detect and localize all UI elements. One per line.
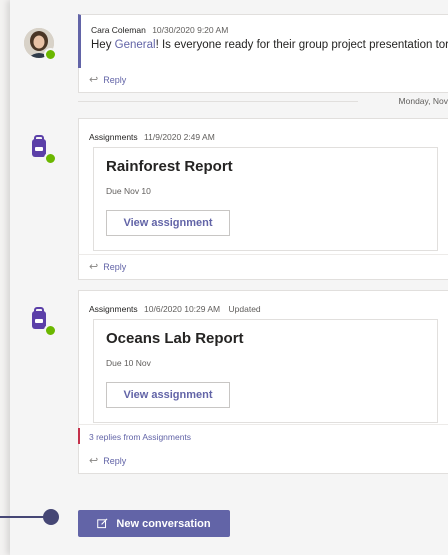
assignment-status: Updated xyxy=(228,304,261,314)
presence-indicator xyxy=(44,152,57,165)
assignment-reply-area: ↩ Reply xyxy=(78,254,448,280)
reply-link[interactable]: ↩ Reply xyxy=(89,73,126,86)
assignment-author: Assignments xyxy=(89,132,138,142)
assignment-due: Due Nov 10 xyxy=(106,186,151,196)
reply-link[interactable]: ↩ Reply xyxy=(89,260,126,273)
reply-label: Reply xyxy=(103,261,127,272)
assignment-card: Assignments 10/6/2020 10:29 AM Updated O… xyxy=(78,290,448,426)
compose-icon xyxy=(97,518,108,529)
date-separator-line xyxy=(78,101,358,102)
assignment-card: Assignments 11/9/2020 2:49 AM Rainforest… xyxy=(78,118,448,256)
new-conversation-label: New conversation xyxy=(116,517,211,530)
message-text-start: Hey xyxy=(91,39,115,51)
new-conversation-button[interactable]: New conversation xyxy=(78,510,230,537)
assignment-thread-area: 3 replies from Assignments ↩ Reply xyxy=(78,424,448,474)
assignment-title: Rainforest Report xyxy=(106,158,233,175)
assignment-author: Assignments xyxy=(89,304,138,314)
assignment-timestamp: 10/6/2020 10:29 AM xyxy=(144,304,221,314)
message-card: Cara Coleman 10/30/2020 9:20 AM Hey Gene… xyxy=(78,14,448,70)
assignment-title: Oceans Lab Report xyxy=(106,330,244,347)
message-reply-area: ↩ Reply xyxy=(78,68,448,93)
reply-link[interactable]: ↩ Reply xyxy=(89,454,126,467)
callout-line xyxy=(0,516,49,518)
assignment-inner-card: Rainforest Report Due Nov 10 View assign… xyxy=(93,147,438,251)
reply-label: Reply xyxy=(103,455,127,466)
channel-mention[interactable]: General xyxy=(115,39,156,51)
view-assignment-button[interactable]: View assignment xyxy=(106,210,230,236)
presence-indicator xyxy=(44,48,57,61)
assignment-meta: Assignments 10/6/2020 10:29 AM Updated xyxy=(89,304,261,314)
assignment-due: Due 10 Nov xyxy=(106,358,151,368)
presence-indicator xyxy=(44,324,57,337)
reply-icon: ↩ xyxy=(89,74,99,86)
message-timestamp: 10/30/2020 9:20 AM xyxy=(152,25,229,35)
date-separator: Monday, Nov xyxy=(398,96,448,106)
message-meta: Cara Coleman 10/30/2020 9:20 AM xyxy=(91,25,228,35)
reply-label: Reply xyxy=(103,74,127,85)
teams-channel-panel: Cara Coleman 10/30/2020 9:20 AM Hey Gene… xyxy=(10,0,448,555)
reply-icon: ↩ xyxy=(89,455,99,467)
assignment-inner-card: Oceans Lab Report Due 10 Nov View assign… xyxy=(93,319,438,423)
replies-marker xyxy=(78,428,80,444)
message-body: Hey General! Is everyone ready for their… xyxy=(91,39,448,51)
message-author: Cara Coleman xyxy=(91,25,146,35)
message-text-end: ! Is everyone ready for their group proj… xyxy=(155,39,448,51)
callout-dot xyxy=(43,509,59,525)
reply-icon: ↩ xyxy=(89,261,99,273)
view-assignment-button[interactable]: View assignment xyxy=(106,382,230,408)
assignment-meta: Assignments 11/9/2020 2:49 AM xyxy=(89,132,215,142)
assignment-timestamp: 11/9/2020 2:49 AM xyxy=(144,132,215,142)
replies-from-link[interactable]: 3 replies from Assignments xyxy=(89,432,191,442)
